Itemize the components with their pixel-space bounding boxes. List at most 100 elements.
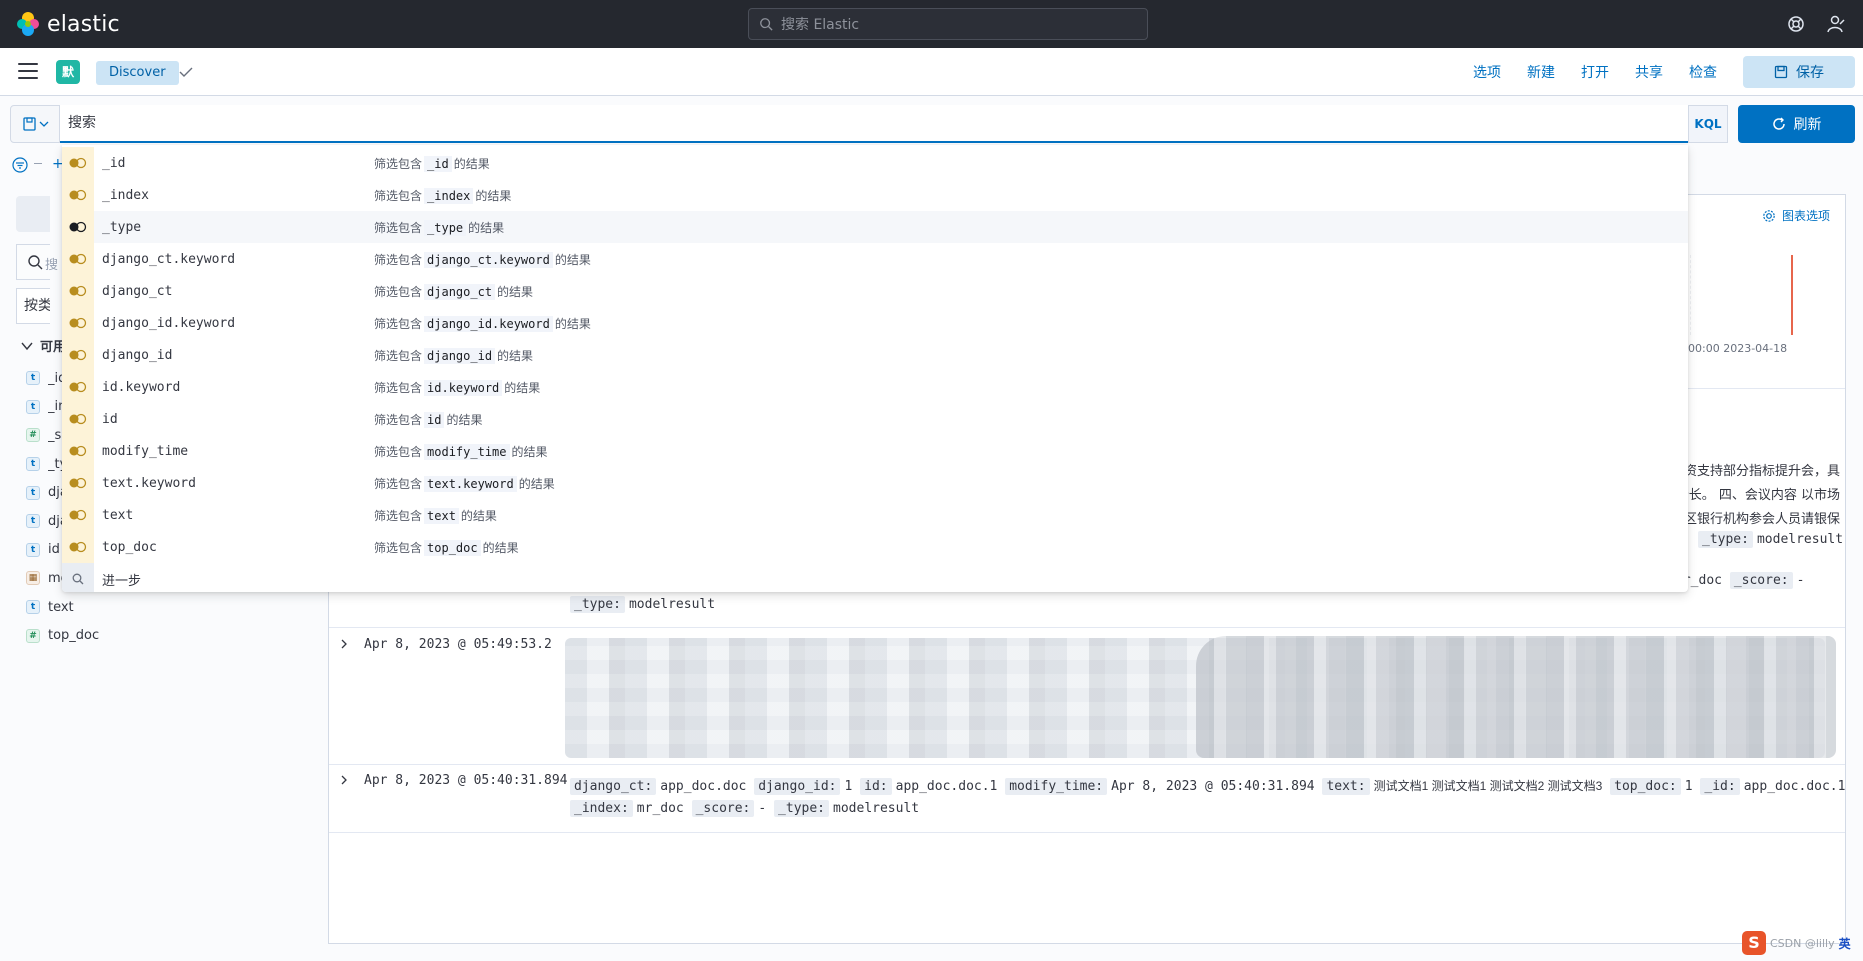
suggestion-item[interactable]: django_id.keyword 筛选包含 django_id.keyword 的结…	[62, 307, 1688, 339]
filter-icon[interactable]	[12, 157, 28, 173]
suggestion-code: django_ct	[424, 283, 496, 300]
field-token	[62, 371, 94, 403]
suggestion-prefix: 筛选包含	[374, 444, 423, 459]
suggestion-item[interactable]: _id 筛选包含 _id 的结果	[62, 147, 1688, 179]
help-icon[interactable]	[1786, 14, 1806, 34]
suggestion-item[interactable]: _index 筛选包含 _index 的结果	[62, 179, 1688, 211]
suggestion-more[interactable]: 进一步	[62, 563, 1688, 592]
suggestion-description: 筛选包含 text.keyword 的结果	[374, 475, 555, 492]
suggestion-field-name: django_ct.keyword	[102, 251, 236, 267]
suggestion-item[interactable]: text.keyword 筛选包含 text.keyword 的结果	[62, 467, 1688, 499]
field-token	[62, 499, 94, 531]
field-value: -	[1796, 573, 1805, 588]
field-value: 测试文档1 测试文档1 测试文档2 测试文档3	[1373, 779, 1603, 793]
field-key: django_ct:	[570, 778, 657, 795]
refresh-icon	[1772, 117, 1785, 130]
search-icon	[72, 573, 84, 585]
space-avatar[interactable]: 默	[56, 60, 80, 84]
suggestion-item[interactable]: text 筛选包含 text 的结果	[62, 499, 1688, 531]
nav-new-link[interactable]: 新建	[1527, 62, 1555, 82]
watermark-text: CSDN @lilly	[1770, 936, 1835, 950]
field-token-icon	[69, 189, 87, 201]
suggestion-code: id	[424, 411, 445, 428]
doc-row1-type: _type: modelresult	[570, 596, 715, 613]
histogram-bar[interactable]	[1791, 255, 1793, 335]
user-menu-icon[interactable]	[1826, 14, 1846, 34]
filter-by-type-button[interactable]: 按类型	[16, 288, 50, 324]
suggestion-prefix: 筛选包含	[374, 476, 423, 491]
suggestion-item[interactable]: id.keyword 筛选包含 id.keyword 的结果	[62, 371, 1688, 403]
suggestion-prefix: 筛选包含	[374, 540, 423, 555]
suggestion-code: django_ct.keyword	[424, 251, 553, 268]
suggestion-field-name: text	[102, 507, 134, 523]
row-divider	[329, 832, 1845, 833]
nav-share-link[interactable]: 共享	[1635, 62, 1663, 82]
nav-options-link[interactable]: 选项	[1473, 62, 1501, 82]
suggestion-suffix: 的结果	[511, 444, 548, 459]
suggestion-prefix: 筛选包含	[374, 380, 423, 395]
suggestion-code: modify_time	[424, 443, 510, 460]
suggestion-more-label: 进一步	[102, 572, 142, 588]
expand-row-icon[interactable]	[338, 774, 350, 786]
doc-row1-fields-tail: mr_doc _score:-	[1686, 572, 1805, 589]
suggestion-field-name: django_id.keyword	[102, 315, 236, 331]
doc-text-fragment-3: 区银行机构参会人员请银保	[1683, 512, 1840, 527]
menu-toggle-icon[interactable]	[18, 63, 38, 79]
suggestion-field-name: _id	[102, 155, 126, 171]
field-value: modelresult	[833, 801, 920, 816]
elastic-logo-icon	[17, 12, 39, 36]
query-language-toggle[interactable]: KQL	[1688, 105, 1728, 143]
suggestion-prefix: 筛选包含	[374, 508, 423, 523]
suggestion-suffix: 的结果	[497, 348, 534, 363]
doc-row3-timestamp[interactable]: Apr 8, 2023 @ 05:40:31.894	[364, 773, 568, 788]
field-value: 1	[844, 779, 853, 794]
available-fields-header[interactable]: 可用	[20, 336, 66, 355]
suggestion-suffix: 的结果	[554, 252, 591, 267]
suggestion-code: text.keyword	[424, 475, 517, 492]
app-toolbar: 默 Discover 选项 新建 打开 共享 检查 保存	[0, 48, 1863, 96]
expand-row-icon[interactable]	[338, 638, 350, 650]
suggestion-item[interactable]: django_id 筛选包含 django_id 的结果	[62, 339, 1688, 371]
global-search-input[interactable]: 搜索 Elastic	[748, 8, 1148, 40]
field-item-top-doc[interactable]: # top_doc	[26, 621, 99, 650]
suggestion-item[interactable]: top_doc 筛选包含 top_doc 的结果	[62, 531, 1688, 563]
saved-query-menu-button[interactable]	[10, 105, 60, 143]
field-item-text[interactable]: t text	[26, 593, 99, 622]
suggestion-prefix: 筛选包含	[374, 156, 423, 171]
field-token	[62, 339, 94, 371]
suggestion-suffix: 的结果	[475, 188, 512, 203]
suggestion-field-name: modify_time	[102, 443, 189, 459]
suggestion-field-name: _type	[102, 219, 142, 235]
elastic-logo[interactable]: elastic	[14, 10, 120, 38]
doc-row2-timestamp[interactable]: Apr 8, 2023 @ 05:49:53.2	[364, 637, 552, 652]
save-button[interactable]: 保存	[1743, 56, 1855, 88]
kql-query-input[interactable]: 搜索	[60, 105, 1688, 143]
suggestion-description: 筛选包含 text 的结果	[374, 507, 497, 524]
suggestion-item[interactable]: id 筛选包含 id 的结果	[62, 403, 1688, 435]
suggestion-item[interactable]: _type 筛选包含 _type 的结果	[62, 211, 1688, 243]
number-field-icon: #	[26, 628, 40, 643]
nav-open-link[interactable]: 打开	[1581, 62, 1609, 82]
suggestion-field-name: django_id	[102, 347, 173, 363]
breadcrumb-discover[interactable]: Discover	[96, 61, 179, 85]
suggestion-field-name: _index	[102, 187, 149, 203]
string-field-icon: t	[26, 485, 40, 500]
chart-options-button[interactable]: 图表选项	[1762, 207, 1830, 224]
suggestion-prefix: 筛选包含	[374, 316, 423, 331]
suggestion-item[interactable]: django_ct.keyword 筛选包含 django_ct.keyword 的结…	[62, 243, 1688, 275]
suggestion-item[interactable]: django_ct 筛选包含 django_ct 的结果	[62, 275, 1688, 307]
suggestion-suffix: 的结果	[482, 540, 519, 555]
field-token	[62, 243, 94, 275]
index-pattern-selector[interactable]	[16, 196, 50, 232]
suggestion-suffix: 的结果	[468, 220, 505, 235]
suggestion-description: 筛选包含 top_doc 的结果	[374, 539, 519, 556]
ime-language-indicator[interactable]: 英	[1839, 935, 1851, 952]
suggestion-suffix: 的结果	[497, 284, 534, 299]
chevron-down-icon	[21, 342, 33, 350]
search-icon	[28, 255, 43, 270]
field-key: _type:	[570, 596, 625, 613]
refresh-button[interactable]: 刷新	[1738, 105, 1855, 143]
suggestion-item[interactable]: modify_time 筛选包含 modify_time 的结果	[62, 435, 1688, 467]
nav-inspect-link[interactable]: 检查	[1689, 62, 1717, 82]
field-token	[62, 403, 94, 435]
